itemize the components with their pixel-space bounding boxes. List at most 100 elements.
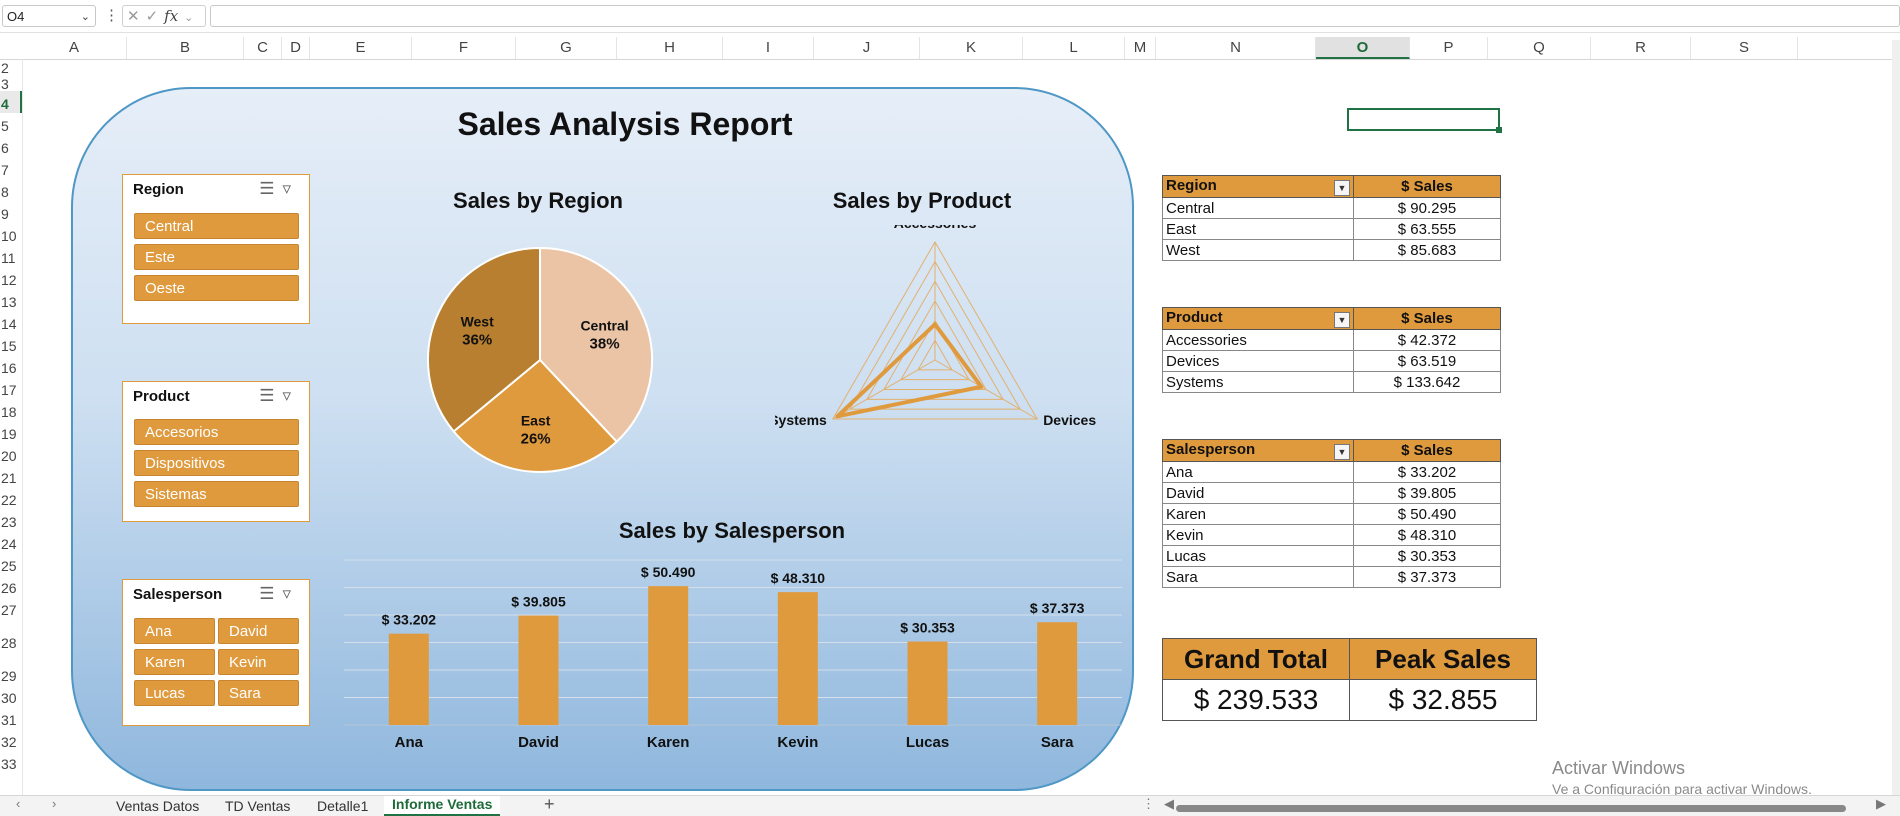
column-header-q[interactable]: Q bbox=[1488, 37, 1591, 59]
column-header-j[interactable]: J bbox=[814, 37, 920, 59]
row-header-23[interactable]: 23 bbox=[0, 509, 22, 531]
row-header-32[interactable]: 32 bbox=[0, 729, 22, 751]
row-header-5[interactable]: 5 bbox=[0, 113, 22, 135]
bar-kevin[interactable] bbox=[777, 592, 818, 725]
row-header-17[interactable]: 17 bbox=[0, 377, 22, 399]
column-header-n[interactable]: N bbox=[1156, 37, 1316, 59]
column-header-m[interactable]: M bbox=[1125, 37, 1156, 59]
row-header-13[interactable]: 13 bbox=[0, 289, 22, 311]
slicer-item-este[interactable]: Este bbox=[134, 244, 299, 270]
slicer-item-dispositivos[interactable]: Dispositivos bbox=[134, 450, 299, 476]
bar-karen[interactable] bbox=[648, 586, 689, 725]
row-header-15[interactable]: 15 bbox=[0, 333, 22, 355]
row-header-14[interactable]: 14 bbox=[0, 311, 22, 333]
insert-function-icon[interactable]: fx bbox=[164, 7, 178, 25]
bar-david[interactable] bbox=[518, 615, 559, 725]
name-box[interactable]: O4 ⌄ bbox=[2, 5, 96, 27]
multi-select-icon[interactable]: ☰ bbox=[259, 179, 282, 198]
row-header-24[interactable]: 24 bbox=[0, 531, 22, 553]
radar-series[interactable] bbox=[835, 322, 984, 419]
table-cell-label[interactable]: Karen bbox=[1162, 503, 1354, 525]
row-header-27[interactable]: 27 bbox=[0, 597, 22, 619]
slicer-item-sara[interactable]: Sara bbox=[218, 680, 299, 706]
slicer-item-lucas[interactable]: Lucas bbox=[134, 680, 215, 706]
column-header-a[interactable]: A bbox=[22, 37, 127, 59]
chevron-down-icon[interactable]: ⌄ bbox=[184, 12, 193, 24]
table-cell-value[interactable]: $ 30.353 bbox=[1353, 545, 1501, 567]
column-header-o[interactable]: O bbox=[1316, 37, 1410, 59]
filter-dropdown-icon[interactable]: ▼ bbox=[1334, 312, 1350, 328]
bar-lucas[interactable] bbox=[907, 641, 948, 725]
table-cell-label[interactable]: David bbox=[1162, 482, 1354, 504]
prev-sheet-icon[interactable]: ‹ bbox=[16, 796, 20, 811]
column-header-l[interactable]: L bbox=[1023, 37, 1125, 59]
slicer-item-kevin[interactable]: Kevin bbox=[218, 649, 299, 675]
row-header-26[interactable]: 26 bbox=[0, 575, 22, 597]
column-header-r[interactable]: R bbox=[1591, 37, 1691, 59]
peak-sales-value[interactable]: $ 32.855 bbox=[1349, 679, 1537, 721]
bar-ana[interactable] bbox=[388, 633, 429, 725]
table-cell-value[interactable]: $ 90.295 bbox=[1353, 197, 1501, 219]
filter-dropdown-icon[interactable]: ▼ bbox=[1334, 180, 1350, 196]
tab-informe-ventas[interactable]: Informe Ventas bbox=[384, 796, 501, 816]
row-header-8[interactable]: 8 bbox=[0, 179, 22, 201]
table-cell-value[interactable]: $ 133.642 bbox=[1353, 371, 1501, 393]
slicer-item-ana[interactable]: Ana bbox=[134, 618, 215, 644]
table-cell-label[interactable]: Sara bbox=[1162, 566, 1354, 588]
column-header-f[interactable]: F bbox=[412, 37, 516, 59]
table-cell-label[interactable]: Lucas bbox=[1162, 545, 1354, 567]
next-sheet-icon[interactable]: › bbox=[52, 796, 56, 811]
slicer-item-karen[interactable]: Karen bbox=[134, 649, 215, 675]
column-header-h[interactable]: H bbox=[617, 37, 723, 59]
row-header-18[interactable]: 18 bbox=[0, 399, 22, 421]
row-header-31[interactable]: 31 bbox=[0, 707, 22, 729]
tab-detalle1[interactable]: Detalle1 bbox=[317, 798, 368, 814]
clear-filter-icon[interactable]: ▿ bbox=[282, 584, 299, 603]
row-header-20[interactable]: 20 bbox=[0, 443, 22, 465]
tab-ventas-datos[interactable]: Ventas Datos bbox=[116, 798, 199, 814]
table-cell-value[interactable]: $ 39.805 bbox=[1353, 482, 1501, 504]
table-cell-label[interactable]: Systems bbox=[1162, 371, 1354, 393]
grand-total-value[interactable]: $ 239.533 bbox=[1162, 679, 1350, 721]
scroll-left-icon[interactable]: ◀ bbox=[1164, 796, 1174, 812]
column-header-b[interactable]: B bbox=[127, 37, 244, 59]
vertical-scrollbar[interactable] bbox=[1892, 40, 1900, 795]
tab-td-ventas[interactable]: TD Ventas bbox=[225, 798, 290, 814]
active-cell[interactable] bbox=[1347, 108, 1502, 133]
table-cell-value[interactable]: $ 63.519 bbox=[1353, 350, 1501, 372]
add-sheet-icon[interactable]: + bbox=[544, 794, 555, 815]
column-header-g[interactable]: G bbox=[516, 37, 617, 59]
row-header-4[interactable]: 4 bbox=[0, 91, 22, 113]
multi-select-icon[interactable]: ☰ bbox=[259, 386, 282, 405]
table-cell-value[interactable]: $ 85.683 bbox=[1353, 239, 1501, 261]
clear-filter-icon[interactable]: ▿ bbox=[282, 179, 299, 198]
row-header-12[interactable]: 12 bbox=[0, 267, 22, 289]
row-header-22[interactable]: 22 bbox=[0, 487, 22, 509]
confirm-icon[interactable]: ✓ bbox=[146, 8, 159, 25]
slicer-item-david[interactable]: David bbox=[218, 618, 299, 644]
row-header-25[interactable]: 25 bbox=[0, 553, 22, 575]
table-cell-label[interactable]: Ana bbox=[1162, 461, 1354, 483]
multi-select-icon[interactable]: ☰ bbox=[259, 584, 282, 603]
table-cell-value[interactable]: $ 63.555 bbox=[1353, 218, 1501, 240]
filter-dropdown-icon[interactable]: ▼ bbox=[1334, 444, 1350, 460]
row-header-19[interactable]: 19 bbox=[0, 421, 22, 443]
table-cell-label[interactable]: Devices bbox=[1162, 350, 1354, 372]
slicer-item-sistemas[interactable]: Sistemas bbox=[134, 481, 299, 507]
table-cell-label[interactable]: Kevin bbox=[1162, 524, 1354, 546]
cancel-icon[interactable]: ✕ bbox=[127, 8, 140, 25]
row-header-28[interactable]: 28 bbox=[0, 619, 22, 663]
column-header-d[interactable]: D bbox=[282, 37, 310, 59]
slicer-item-oeste[interactable]: Oeste bbox=[134, 275, 299, 301]
column-header-i[interactable]: I bbox=[723, 37, 814, 59]
table-cell-label[interactable]: Central bbox=[1162, 197, 1354, 219]
table-cell-label[interactable]: East bbox=[1162, 218, 1354, 240]
more-options-icon[interactable]: ⋮ bbox=[104, 6, 119, 24]
row-header-10[interactable]: 10 bbox=[0, 223, 22, 245]
column-header-k[interactable]: K bbox=[920, 37, 1023, 59]
chevron-down-icon[interactable]: ⌄ bbox=[81, 6, 90, 28]
slicer-item-central[interactable]: Central bbox=[134, 213, 299, 239]
row-header-6[interactable]: 6 bbox=[0, 135, 22, 157]
row-header-33[interactable]: 33 bbox=[0, 751, 22, 773]
clear-filter-icon[interactable]: ▿ bbox=[282, 386, 299, 405]
